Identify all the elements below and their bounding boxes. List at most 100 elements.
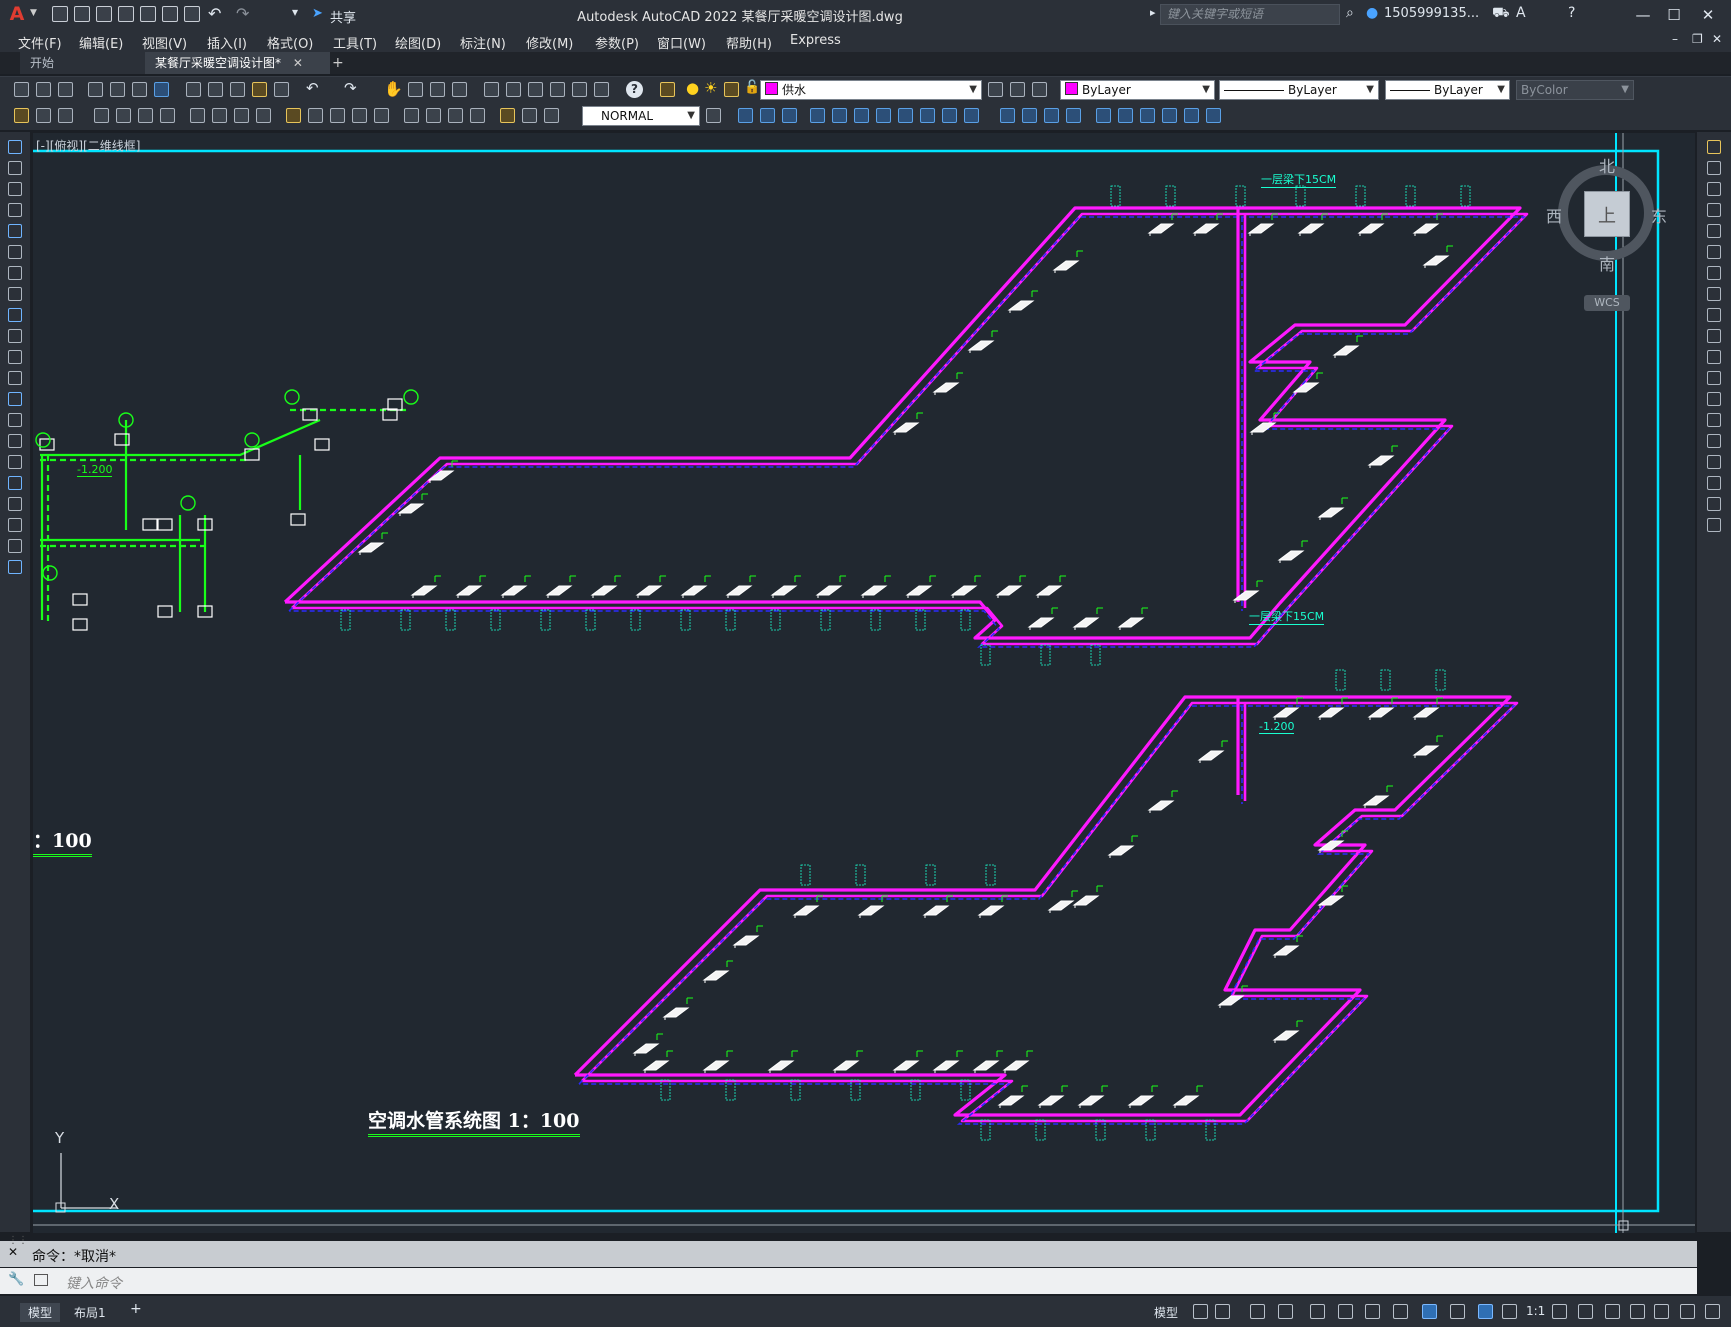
move-icon[interactable] (854, 108, 869, 123)
preview-icon[interactable] (110, 82, 125, 97)
calculator-icon[interactable] (594, 82, 609, 97)
offset-icon[interactable] (810, 108, 825, 123)
rotate-icon[interactable] (876, 108, 891, 123)
draw-tool-icon[interactable] (8, 455, 22, 469)
undo-icon[interactable]: ↶ (208, 4, 221, 23)
drawing-canvas[interactable]: 空调水管系统图 1：100 ：100 一层梁下15CM 一层梁下15CM -1.… (33, 133, 1695, 1233)
draw-tool-icon[interactable] (8, 287, 22, 301)
status-toggle-icon[interactable] (1278, 1304, 1293, 1319)
modify-tool-icon[interactable] (1707, 434, 1721, 448)
zoom-window-icon[interactable] (430, 82, 445, 97)
share-icon[interactable]: ➤ (312, 6, 323, 21)
modify-tool-icon[interactable] (1707, 287, 1721, 301)
viewcube-south[interactable]: 南 (1599, 251, 1615, 275)
print-icon[interactable] (88, 82, 103, 97)
workspace-settings-icon[interactable] (58, 108, 73, 123)
draw-tool-icon[interactable] (8, 224, 22, 238)
menu-help[interactable]: 帮助(H) (726, 33, 772, 52)
linear-dim-icon[interactable] (94, 108, 109, 123)
status-toggle-icon[interactable] (1450, 1304, 1465, 1319)
dim-space-icon[interactable] (352, 108, 367, 123)
menu-dimension[interactable]: 标注(N) (460, 33, 506, 52)
open-web-icon[interactable] (140, 6, 156, 22)
menu-tools[interactable]: 工具(T) (333, 33, 377, 52)
tab-close-icon[interactable]: ✕ (293, 56, 303, 70)
scale-icon[interactable] (898, 108, 913, 123)
new-tab-button[interactable]: + (322, 52, 354, 74)
minimize-button[interactable]: — (1628, 4, 1658, 26)
customize-qat-icon[interactable]: ▾ (292, 5, 298, 19)
viewcube-north[interactable]: 北 (1599, 153, 1615, 177)
plot-icon[interactable] (184, 6, 200, 22)
tab-drawing[interactable]: 某餐厅采暖空调设计图* ✕ (145, 52, 330, 74)
layer-dropdown[interactable]: 供水 ▼ (760, 80, 982, 100)
viewcube[interactable]: 上 北 南 西 东 WCS (1546, 153, 1667, 311)
cart-icon[interactable]: ⛟ (1492, 5, 1510, 23)
tool-palettes-icon[interactable] (528, 82, 543, 97)
viewcube-face-top[interactable]: 上 (1584, 191, 1630, 237)
status-toggle-icon[interactable] (1393, 1304, 1408, 1319)
menu-window[interactable]: 窗口(W) (657, 33, 706, 52)
maximize-button[interactable]: ☐ (1659, 4, 1689, 26)
modify-tool-icon[interactable] (1707, 161, 1721, 175)
status-toggle-icon[interactable] (1502, 1304, 1517, 1319)
dim-update-icon[interactable] (544, 108, 559, 123)
status-toggle-icon[interactable] (1422, 1304, 1437, 1319)
angular-dim-icon[interactable] (256, 108, 271, 123)
modify-tool-icon[interactable] (1707, 371, 1721, 385)
edit-spline-icon[interactable] (1140, 108, 1155, 123)
dim-style-icon[interactable] (706, 108, 721, 123)
block-editor-icon[interactable] (274, 82, 289, 97)
save-web-icon[interactable] (162, 6, 178, 22)
menu-format[interactable]: 格式(O) (267, 33, 313, 52)
draw-tool-icon[interactable] (8, 182, 22, 196)
draw-tool-icon[interactable] (8, 497, 22, 511)
make-current-layer-icon[interactable] (988, 82, 1003, 97)
tab-start[interactable]: 开始 (20, 52, 150, 74)
menu-file[interactable]: 文件(F) (18, 33, 62, 52)
join-icon[interactable] (1022, 108, 1037, 123)
copy-object-icon[interactable] (760, 108, 775, 123)
status-toggle-icon[interactable] (1310, 1304, 1325, 1319)
modify-tool-icon[interactable] (1707, 308, 1721, 322)
edit-polyline-icon[interactable] (1118, 108, 1133, 123)
modify-tool-icon[interactable] (1707, 413, 1721, 427)
viewport-controls[interactable]: [-][俯视][二维线框] (36, 137, 140, 154)
qnew-icon[interactable] (14, 82, 29, 97)
doc-minimize-button[interactable]: – (1672, 32, 1678, 46)
status-toggle-icon[interactable] (1338, 1304, 1353, 1319)
dim-text-edit-icon[interactable] (522, 108, 537, 123)
close-window-button[interactable]: ✕ (1693, 4, 1723, 26)
pan-icon[interactable]: ✋ (384, 80, 403, 98)
user-icon[interactable]: ● (1366, 5, 1378, 21)
match-properties-icon[interactable] (252, 82, 267, 97)
lineweight-dropdown[interactable]: ByLayer ▼ (1385, 80, 1510, 100)
draw-tool-icon[interactable] (8, 350, 22, 364)
modify-tool-icon[interactable] (1707, 203, 1721, 217)
inspection-icon[interactable] (448, 108, 463, 123)
continue-dim-icon[interactable] (330, 108, 345, 123)
extend-icon[interactable] (964, 108, 979, 123)
dim-edit-icon[interactable] (500, 108, 515, 123)
doc-restore-button[interactable]: ❐ (1692, 32, 1703, 46)
autocad-logo-icon[interactable]: A (6, 3, 28, 25)
tab-layout1[interactable]: 布局1 (66, 1303, 114, 1322)
search-icon[interactable]: ⌕ (1346, 5, 1354, 21)
modify-tool-icon[interactable] (1707, 455, 1721, 469)
redo-toolbar-icon[interactable]: ↷ (344, 79, 357, 97)
status-toggle-icon[interactable] (1630, 1304, 1645, 1319)
cut-icon[interactable] (186, 82, 201, 97)
properties-icon[interactable] (484, 82, 499, 97)
center-mark-icon[interactable] (426, 108, 441, 123)
draw-tool-icon[interactable] (8, 371, 22, 385)
viewcube-east[interactable]: 东 (1651, 203, 1667, 227)
menu-view[interactable]: 视图(V) (142, 33, 187, 52)
modify-tool-icon[interactable] (1707, 266, 1721, 280)
modify-tool-icon[interactable] (1707, 476, 1721, 490)
menu-insert[interactable]: 插入(I) (207, 33, 247, 52)
baseline-dim-icon[interactable] (308, 108, 323, 123)
copy-icon[interactable] (208, 82, 223, 97)
status-toggle-icon[interactable] (1478, 1304, 1493, 1319)
menu-edit[interactable]: 编辑(E) (79, 33, 123, 52)
menu-parametric[interactable]: 参数(P) (595, 33, 639, 52)
